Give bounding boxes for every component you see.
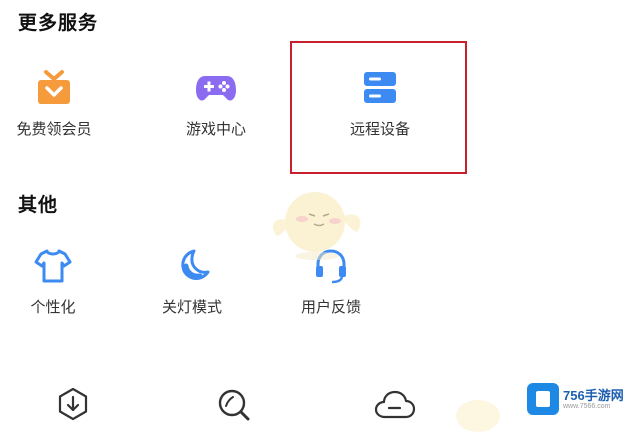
other-label: 个性化 bbox=[30, 298, 76, 316]
other-night-mode[interactable]: 关灯模式 bbox=[132, 246, 252, 317]
gamepad-icon bbox=[196, 76, 236, 101]
other-personalize[interactable]: 个性化 bbox=[0, 246, 113, 317]
watermark-logo-icon bbox=[527, 383, 559, 415]
tshirt-icon bbox=[34, 249, 72, 283]
section-title-more-services: 更多服务 bbox=[18, 12, 99, 34]
section-title-other: 其他 bbox=[18, 194, 59, 216]
other-label: 用户反馈 bbox=[300, 298, 361, 316]
other-label: 关灯模式 bbox=[161, 298, 222, 316]
mascot-small-illustration bbox=[456, 400, 500, 432]
mascot-illustration bbox=[272, 192, 361, 260]
service-label: 免费领会员 bbox=[16, 120, 92, 138]
gift-icon bbox=[38, 70, 70, 104]
watermark-url: www.7566.com bbox=[563, 403, 611, 410]
service-free-membership[interactable]: 免费领会员 bbox=[0, 68, 114, 139]
service-game-center[interactable]: 游戏中心 bbox=[156, 68, 276, 139]
cloud-icon[interactable] bbox=[373, 389, 417, 421]
download-icon[interactable] bbox=[55, 386, 91, 422]
watermark: 756手游网 www.7566.com bbox=[527, 383, 632, 419]
service-label: 游戏中心 bbox=[185, 120, 246, 138]
moon-icon bbox=[181, 249, 210, 280]
watermark-brand: 756手游网 bbox=[563, 388, 624, 403]
highlight-frame bbox=[290, 41, 467, 174]
search-icon[interactable] bbox=[215, 386, 253, 424]
